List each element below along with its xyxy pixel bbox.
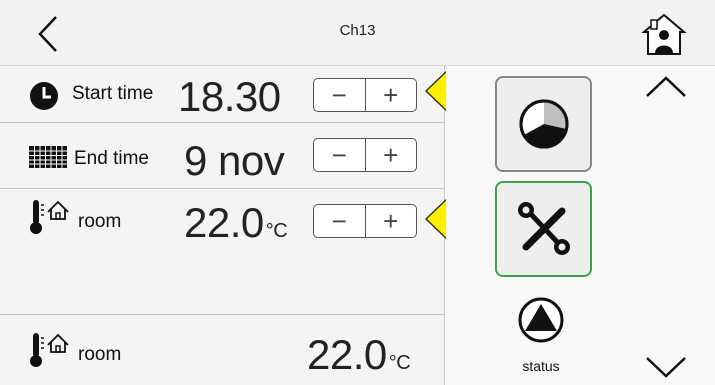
start-time-plus-button[interactable]: +: [364, 79, 417, 111]
end-time-minus-button[interactable]: −: [314, 139, 365, 171]
chevron-up-icon: [646, 76, 686, 97]
room-actual-label: room: [78, 344, 122, 365]
room-setpoint-minus-button[interactable]: −: [314, 205, 365, 237]
clock-icon: [30, 82, 58, 110]
thermometer-house-icon: [30, 200, 69, 234]
status-label: status: [522, 358, 560, 374]
end-time-value: 9 nov: [184, 137, 285, 184]
home-button[interactable]: [640, 12, 688, 58]
room-actual-value: 22.0 °C: [307, 331, 411, 378]
end-time-label: End time: [74, 148, 149, 169]
settings-panel: Start time 18.30 − + End time 9 nov − +: [0, 66, 445, 385]
chevron-down-icon: [646, 357, 686, 378]
end-time-row: End time 9 nov − +: [0, 123, 445, 189]
room-setpoint-stepper: − +: [313, 204, 417, 238]
room-setpoint-value: 22.0 °C: [184, 199, 288, 246]
start-time-row: Start time 18.30 − +: [0, 66, 445, 123]
tools-icon: [517, 202, 570, 255]
scroll-down-button[interactable]: [643, 352, 689, 382]
status-button[interactable]: [518, 297, 564, 343]
scroll-up-button[interactable]: [643, 72, 689, 102]
start-time-label: Start time: [72, 83, 154, 104]
header-bar: Ch13: [0, 0, 715, 66]
end-time-stepper: − +: [313, 138, 417, 172]
room-setpoint-label: room: [78, 211, 122, 232]
room-setpoint-row: room 22.0 °C − +: [0, 189, 445, 315]
triangle-circle-icon: [518, 297, 564, 343]
page-title: Ch13: [339, 22, 376, 39]
home-person-icon: [641, 13, 687, 55]
schedule-button[interactable]: [495, 76, 592, 172]
room-setpoint-unit: °C: [265, 220, 288, 242]
thermometer-house-icon: [30, 333, 69, 367]
start-time-minus-button[interactable]: −: [314, 79, 365, 111]
room-setpoint-plus-button[interactable]: +: [364, 205, 417, 237]
room-actual-unit: °C: [388, 352, 411, 374]
end-time-plus-button[interactable]: +: [364, 139, 417, 171]
start-time-value: 18.30: [178, 73, 281, 120]
start-time-stepper: − +: [313, 78, 417, 112]
room-actual-row: room 22.0 °C: [0, 315, 445, 385]
calendar-grid-icon: [29, 146, 67, 168]
settings-button[interactable]: [495, 181, 592, 277]
pie-timer-icon: [519, 99, 568, 149]
